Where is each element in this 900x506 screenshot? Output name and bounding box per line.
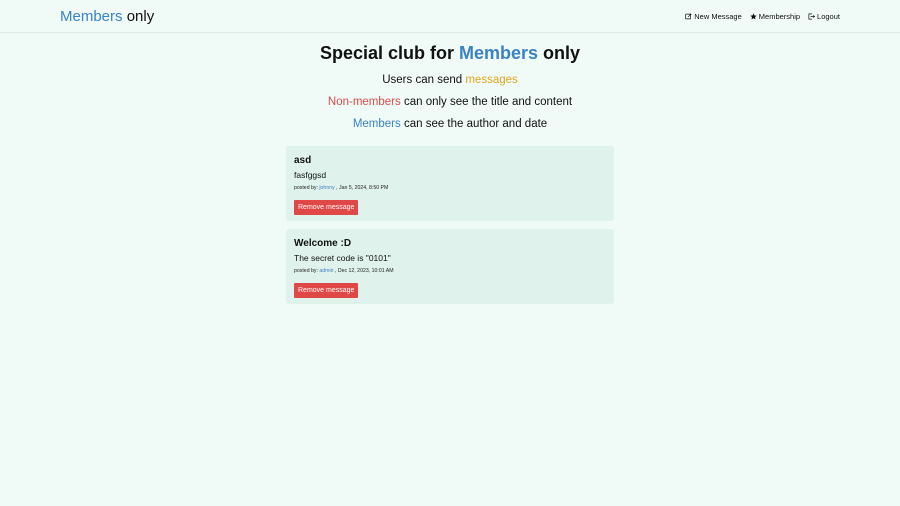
- brand-rest: only: [126, 7, 155, 25]
- logout-icon: [808, 13, 816, 19]
- logout-label: Logout: [817, 11, 840, 21]
- hero-line-messages: Users can send messages: [0, 73, 900, 87]
- logout-link[interactable]: Logout: [808, 12, 840, 21]
- message-meta: posted by: johnny , Jan 5, 2024, 8:50 PM: [294, 184, 606, 192]
- hero: Special club for Members only Users can …: [0, 39, 900, 131]
- title-post: only: [543, 43, 581, 63]
- message-content: fasfggsd: [294, 170, 327, 180]
- navbar: Members only New Message Membership Logo…: [0, 0, 900, 33]
- message-date: , Dec 12, 2023, 10:01 AM: [334, 268, 394, 274]
- author-link[interactable]: admin: [319, 268, 333, 274]
- posted-by-label: posted by:: [294, 185, 318, 191]
- nav-links: New Message Membership Logout: [685, 12, 840, 21]
- hero-line-members: Members can see the author and date: [0, 117, 900, 131]
- membership-label: Membership: [758, 11, 801, 21]
- line3-post: can see the author and date: [403, 118, 548, 130]
- edit-icon: [685, 12, 692, 19]
- line2-accent: Non-members: [327, 96, 401, 108]
- message-title: Welcome :D: [294, 238, 352, 249]
- line1-accent: messages: [465, 74, 518, 86]
- title-pre: Special club for: [319, 43, 454, 63]
- line2-post: can only see the title and content: [403, 96, 573, 108]
- brand-link[interactable]: Members only: [60, 8, 154, 25]
- remove-message-button[interactable]: Remove message: [294, 283, 359, 298]
- message-date: , Jan 5, 2024, 8:50 PM: [336, 185, 389, 191]
- message-card: Welcome :D The secret code is "0101" pos…: [286, 229, 614, 304]
- posted-by-label: posted by:: [294, 268, 318, 274]
- star-icon: [750, 12, 757, 19]
- page-title: Special club for Members only: [0, 39, 900, 67]
- membership-link[interactable]: Membership: [750, 12, 800, 21]
- message-title: asd: [294, 155, 312, 166]
- author-link[interactable]: johnny: [319, 185, 334, 191]
- new-message-label: New Message: [694, 11, 742, 21]
- message-meta: posted by: admin , Dec 12, 2023, 10:01 A…: [294, 267, 606, 275]
- remove-message-button[interactable]: Remove message: [294, 200, 359, 215]
- brand-accent: Members: [60, 7, 123, 25]
- hero-line-non-members: Non-members can only see the title and c…: [0, 95, 900, 109]
- line1-pre: Users can send: [382, 74, 463, 86]
- line3-accent: Members: [352, 118, 401, 130]
- title-accent: Members: [459, 43, 539, 63]
- message-list: asd fasfggsd posted by: johnny , Jan 5, …: [286, 146, 614, 304]
- new-message-link[interactable]: New Message: [685, 12, 742, 21]
- message-card: asd fasfggsd posted by: johnny , Jan 5, …: [286, 146, 614, 221]
- message-content: The secret code is "0101": [294, 253, 391, 263]
